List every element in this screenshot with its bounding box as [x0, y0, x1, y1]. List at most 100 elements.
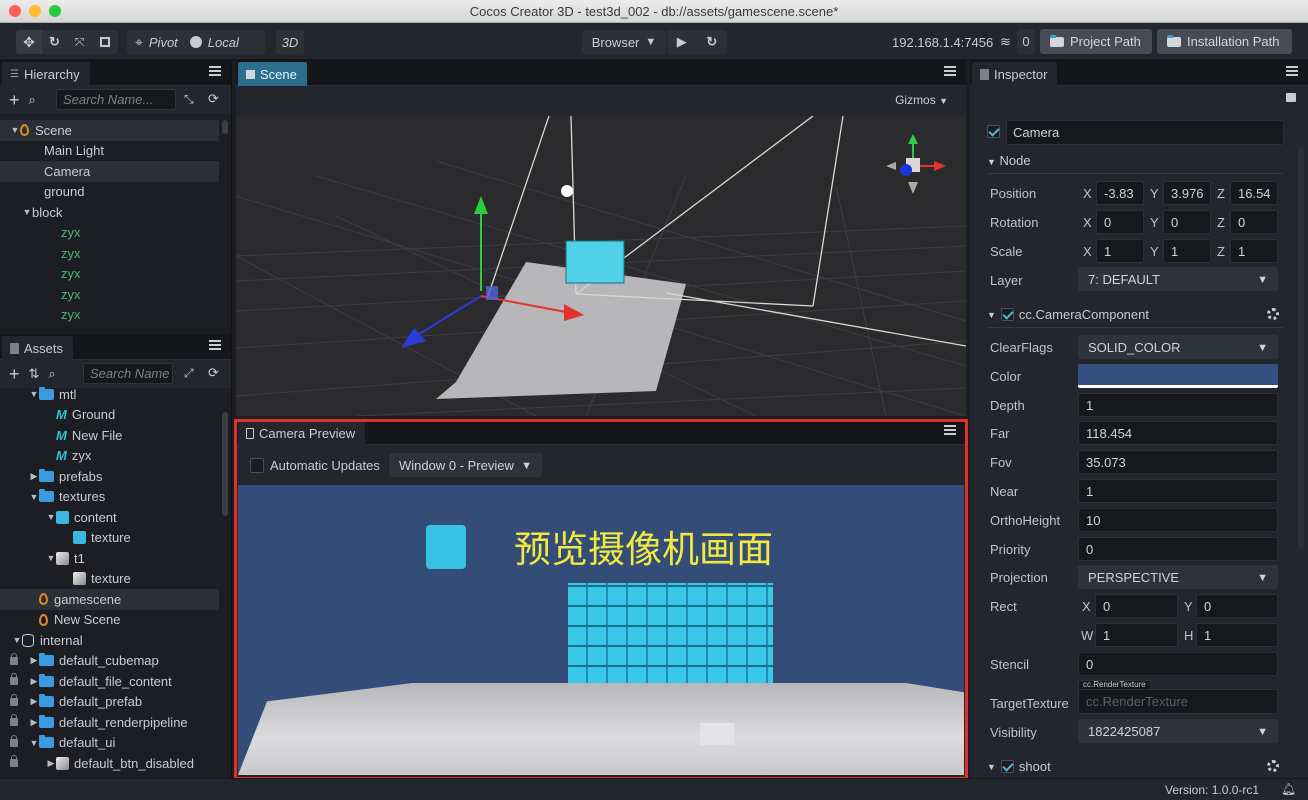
shoot-component-header[interactable]: ▼ shoot [987, 759, 1051, 774]
clearflags-select[interactable]: SOLID_COLOR ▼ [1078, 335, 1278, 359]
refresh-hierarchy-button[interactable]: ⟳ [208, 91, 219, 107]
sort-icon[interactable]: ⇅ [29, 366, 40, 382]
visibility-select[interactable]: 1822425087 ▼ [1078, 719, 1278, 743]
hierarchy-node[interactable]: ground [0, 182, 219, 203]
automatic-updates-toggle[interactable]: Automatic Updates [250, 458, 380, 473]
expand-caret-icon[interactable]: ▶ [29, 717, 39, 728]
asset-item[interactable]: ▶ default_btn_disabled [0, 753, 219, 774]
hierarchy-node[interactable]: zyx [0, 305, 219, 326]
panel-menu-icon[interactable] [1286, 66, 1298, 78]
asset-item[interactable]: texture [0, 569, 219, 590]
asset-item[interactable]: ▼ internal [0, 630, 219, 651]
pivot-toggle[interactable]: Pivot [149, 30, 178, 54]
rect-h-input[interactable]: 1 [1196, 623, 1278, 647]
depth-input[interactable]: 1 [1078, 393, 1278, 417]
shoot-component-enabled-checkbox[interactable] [1000, 760, 1014, 773]
expand-all-button[interactable]: ⤢ [184, 366, 194, 381]
tab-hierarchy[interactable]: ☰ Hierarchy [2, 62, 90, 86]
hierarchy-node[interactable]: zyx [0, 223, 219, 244]
browser-select[interactable]: Browser ▼ [582, 30, 666, 54]
rect-x-input[interactable]: 0 [1095, 594, 1178, 618]
camera-component-header[interactable]: ▼ cc.CameraComponent [987, 307, 1149, 322]
expand-caret-icon[interactable]: ▼ [22, 207, 32, 217]
asset-item[interactable]: Mzyx [0, 446, 219, 467]
expand-caret-icon[interactable]: ▼ [12, 635, 22, 645]
scale-tool-button[interactable]: ⤧ [67, 30, 92, 54]
node-name-input[interactable]: Camera [1006, 120, 1284, 145]
tab-scene[interactable]: Scene [238, 62, 307, 86]
asset-item[interactable]: ▼ mtl [0, 384, 219, 405]
project-path-button[interactable]: Project Path [1040, 29, 1152, 54]
hierarchy-node[interactable]: zyx [0, 243, 219, 264]
color-swatch[interactable] [1078, 364, 1278, 388]
hierarchy-node[interactable]: Main Light [0, 141, 219, 162]
expand-caret-icon[interactable]: ▼ [29, 492, 39, 502]
asset-item[interactable]: M Ground [0, 405, 219, 426]
hierarchy-scrollbar[interactable] [222, 120, 228, 134]
scale-x-input[interactable]: 1 [1096, 239, 1144, 263]
hierarchy-node[interactable]: zyx [0, 284, 219, 305]
targettexture-input[interactable]: cc.RenderTexture [1078, 689, 1278, 714]
camera-node-handle[interactable] [486, 286, 498, 300]
assets-search-input[interactable]: Search Name [83, 363, 173, 384]
asset-item[interactable]: ▼ t1 [0, 548, 219, 569]
panel-menu-icon[interactable] [209, 66, 221, 78]
expand-caret-icon[interactable]: ▶ [29, 471, 39, 482]
asset-item[interactable]: M New File [0, 425, 219, 446]
hierarchy-node[interactable]: Camera [0, 161, 219, 182]
rotation-x-input[interactable]: 0 [1096, 210, 1144, 234]
assets-scrollbar[interactable] [222, 412, 228, 516]
rect-w-input[interactable]: 1 [1095, 623, 1178, 647]
tab-assets[interactable]: Assets [2, 336, 74, 360]
node-active-checkbox[interactable] [987, 125, 1000, 138]
asset-item[interactable]: ▶ prefabs [0, 466, 219, 487]
rotation-y-input[interactable]: 0 [1163, 210, 1211, 234]
near-input[interactable]: 1 [1078, 479, 1278, 503]
position-y-input[interactable]: 3.976 [1163, 181, 1211, 205]
asset-item[interactable]: ▶ default_file_content [0, 671, 219, 692]
expand-caret-icon[interactable]: ▶ [29, 655, 39, 666]
collapse-all-button[interactable]: ⤡ [184, 92, 194, 107]
rotation-z-input[interactable]: 0 [1230, 210, 1278, 234]
stencil-input[interactable]: 0 [1078, 652, 1278, 676]
hierarchy-search-input[interactable]: Search Name... [56, 89, 176, 110]
asset-item[interactable]: texture [0, 528, 219, 549]
window-select[interactable]: Window 0 - Preview ▼ [389, 453, 542, 477]
bell-icon[interactable]: 🔔︎ [1281, 782, 1296, 796]
expand-caret-icon[interactable]: ▼ [29, 389, 39, 399]
asset-item[interactable]: ▶ default_cubemap [0, 651, 219, 672]
hierarchy-node[interactable]: zyx [0, 264, 219, 285]
orthoheight-input[interactable]: 10 [1078, 508, 1278, 532]
hierarchy-node[interactable]: ▼ Scene [0, 120, 219, 141]
panel-menu-icon[interactable] [944, 66, 956, 78]
play-button[interactable]: ▶ [677, 30, 687, 54]
rect-tool-button[interactable] [92, 30, 117, 54]
node-section-header[interactable]: ▼ Node [987, 153, 1031, 168]
automatic-updates-checkbox[interactable] [250, 458, 264, 473]
scene-viewport[interactable] [236, 116, 966, 416]
refresh-assets-button[interactable]: ⟳ [208, 365, 219, 381]
hierarchy-node[interactable]: ▼ block [0, 202, 219, 223]
move-tool-button[interactable]: ✥ [16, 30, 42, 54]
asset-item[interactable]: ▼ textures [0, 487, 219, 508]
far-input[interactable]: 118.454 [1078, 421, 1278, 445]
gear-icon[interactable] [1267, 308, 1279, 320]
expand-caret-icon[interactable]: ▶ [29, 696, 39, 707]
gizmos-dropdown[interactable]: Gizmos ▼ [895, 93, 948, 107]
local-toggle[interactable]: Local [208, 30, 239, 54]
expand-caret-icon[interactable]: ▼ [10, 125, 20, 135]
position-x-input[interactable]: -3.83 [1096, 181, 1144, 205]
add-node-button[interactable]: + [9, 90, 20, 111]
panel-menu-icon[interactable] [209, 340, 221, 352]
asset-item[interactable]: gamescene [0, 589, 219, 610]
asset-item[interactable]: ▼ content [0, 507, 219, 528]
rotate-tool-button[interactable]: ↻ [42, 30, 67, 54]
asset-item[interactable]: ▼ default_ui [0, 733, 219, 754]
rect-y-input[interactable]: 0 [1196, 594, 1278, 618]
expand-caret-icon[interactable]: ▼ [29, 738, 39, 748]
panel-menu-icon[interactable] [944, 425, 956, 437]
installation-path-button[interactable]: Installation Path [1157, 29, 1292, 54]
asset-item[interactable]: ▶ default_renderpipeline [0, 712, 219, 733]
inspector-scrollbar[interactable] [1298, 148, 1304, 548]
fov-input[interactable]: 35.073 [1078, 450, 1278, 474]
